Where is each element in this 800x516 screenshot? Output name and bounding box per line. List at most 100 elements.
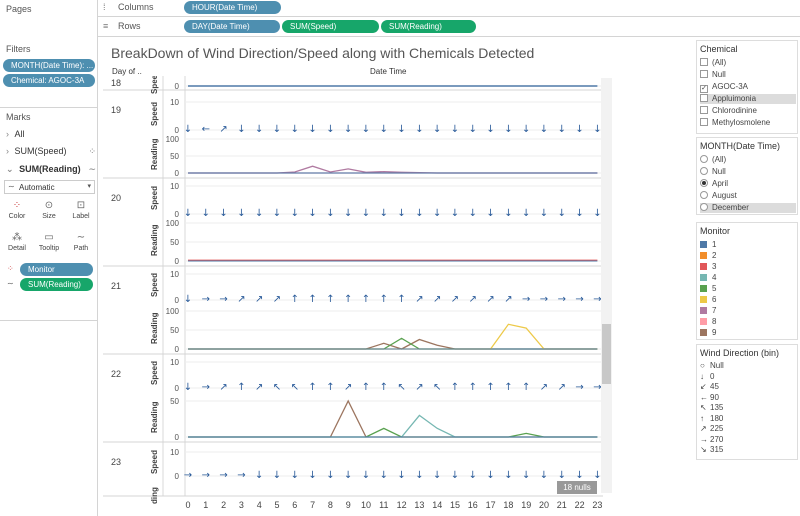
rows-pill-speed[interactable]: SUM(Speed) [282,20,379,33]
wind-legend-item[interactable]: ↓ 0 [700,372,796,382]
month-option[interactable]: Null [700,167,796,177]
checkbox-icon[interactable] [700,118,708,126]
monitor-legend-label: 5 [712,284,717,293]
wind-arrow-mark: ↓ [237,124,245,135]
wind-arrow-mark: ↗ [273,294,281,305]
shelf-divider [98,16,800,17]
month-option-label: (All) [712,155,727,164]
speed-axis-label: Speed [150,186,159,210]
month-option[interactable]: December [700,203,796,213]
marks-pill-monitor[interactable]: Monitor [20,263,93,276]
checkbox-icon[interactable] [700,94,708,102]
chemical-option[interactable]: Chlorodinine [700,106,796,116]
arrow-left-icon: ← [700,392,708,402]
reading-axis-label: Reading [150,401,159,433]
marks-layer-speed[interactable]: › SUM(Speed) ⁘ [6,144,96,158]
wind-arrow-mark: ↓ [362,470,370,481]
monitor-legend-item[interactable]: 9 [700,328,796,338]
mark-type-dropdown[interactable]: ∼ Automatic ▾ [4,180,95,194]
monitor-legend-item[interactable]: 7 [700,306,796,316]
viz-title: BreakDown of Wind Direction/Speed along … [111,45,535,61]
wind-arrow-mark: ↖ [273,382,281,393]
monitor-legend-item[interactable]: 8 [700,317,796,327]
wind-arrow-mark: ↗ [469,294,477,305]
checkbox-icon[interactable] [700,70,708,78]
monitor-legend-item[interactable]: 2 [700,251,796,261]
rows-shelf[interactable]: ≡ Rows DAY(Date Time) SUM(Speed) SUM(Rea… [100,19,700,34]
wind-legend-item[interactable]: ↙ 45 [700,382,796,392]
monitor-legend-item[interactable]: 4 [700,273,796,283]
marks-all-row[interactable]: › All [6,127,96,141]
detail-button[interactable]: ⁂ Detail [3,231,31,259]
path-button[interactable]: ∼ Path [67,231,95,259]
hour-tick-label: 8 [328,500,333,510]
marks-layer-reading-label: SUM(Reading) [19,164,81,174]
filters-title: Filters [6,44,31,54]
wind-arrow-mark: ↗ [255,382,263,393]
tooltip-button[interactable]: ▭ Tooltip [35,231,63,259]
wind-legend-item[interactable]: ↗ 225 [700,424,796,434]
wind-arrow-mark: ↗ [344,382,352,393]
columns-shelf[interactable]: ⁞ Columns HOUR(Date Time) [100,0,700,15]
wind-arrow-mark: ↓ [540,124,548,135]
filter-pill-month[interactable]: MONTH(Date Time): ... [3,59,95,72]
hour-tick-label: 13 [414,500,424,510]
wind-arrow-mark: ↓ [415,208,423,219]
wind-legend-item[interactable]: ○ Null [700,361,796,371]
month-option[interactable]: April [700,179,796,189]
vertical-scrollbar[interactable] [601,78,612,493]
checkbox-checked-icon[interactable]: ✓ [700,85,708,93]
wind-legend-item[interactable]: ↖ 135 [700,403,796,413]
marks-pill-reading[interactable]: SUM(Reading) [20,278,93,291]
reading-tick-label: 0 [175,257,180,266]
arrow-up-right-icon: ↗ [700,424,707,433]
column-header-datetime[interactable]: Date Time [370,67,406,76]
checkbox-icon[interactable] [700,58,708,66]
wind-arrow-mark: ↓ [433,124,441,135]
size-button[interactable]: ⊙ Size [35,199,63,227]
checkbox-icon[interactable] [700,106,708,114]
chemical-option[interactable]: Appluimonia [700,94,796,104]
radio-icon[interactable] [700,155,708,163]
marks-layer-speed-label: SUM(Speed) [14,146,67,156]
month-option[interactable]: (All) [700,155,796,165]
columns-pill-hour[interactable]: HOUR(Date Time) [184,1,281,14]
row-header-day[interactable]: Day of .. [112,67,142,76]
wind-arrow-mark: ↓ [486,470,494,481]
wind-legend-item[interactable]: ↘ 315 [700,445,796,455]
scrollbar-thumb[interactable] [602,324,611,384]
wind-legend-item[interactable]: ← 90 [700,393,796,403]
wind-arrow-mark: ↓ [237,208,245,219]
filter-pill-chemical[interactable]: Chemical: AGOC-3A [3,74,95,87]
label-button[interactable]: ⊡ Label [67,199,95,227]
color-swatch [700,263,707,270]
wind-legend-item[interactable]: ↑ 180 [700,414,796,424]
color-button[interactable]: ⁘ Color [3,199,31,227]
chemical-option[interactable]: (All) [700,58,796,68]
reading-tick-label: 50 [170,326,179,335]
radio-selected-icon[interactable] [700,179,708,187]
monitor-legend-item[interactable]: 3 [700,262,796,272]
radio-icon[interactable] [700,203,708,211]
wind-arrow-mark: → [237,470,245,481]
nulls-badge[interactable]: 18 nulls [557,481,597,494]
monitor-legend-item[interactable]: 6 [700,295,796,305]
reading-axis-label: ding [150,487,159,504]
rows-pill-reading[interactable]: SUM(Reading) [381,20,476,33]
shelf-divider-2 [98,36,800,37]
wind-arrow-mark: ↗ [504,294,512,305]
wind-legend-item[interactable]: → 270 [700,435,796,445]
wind-arrow-mark: ↓ [291,470,299,481]
monitor-legend-item[interactable]: 5 [700,284,796,294]
marks-layer-reading[interactable]: ⌄ SUM(Reading) ∼ [6,162,96,176]
monitor-legend-item[interactable]: 1 [700,240,796,250]
speed-tick-label: 0 [175,384,180,393]
chemical-option[interactable]: Methylosmolene [700,118,796,128]
rows-pill-day[interactable]: DAY(Date Time) [184,20,280,33]
chemical-option[interactable]: ✓ AGOC-3A [700,82,796,93]
radio-icon[interactable] [700,191,708,199]
radio-icon[interactable] [700,167,708,175]
chemical-option[interactable]: Null [700,70,796,80]
wind-legend-title: Wind Direction (bin) [700,348,780,358]
month-option[interactable]: August [700,191,796,201]
